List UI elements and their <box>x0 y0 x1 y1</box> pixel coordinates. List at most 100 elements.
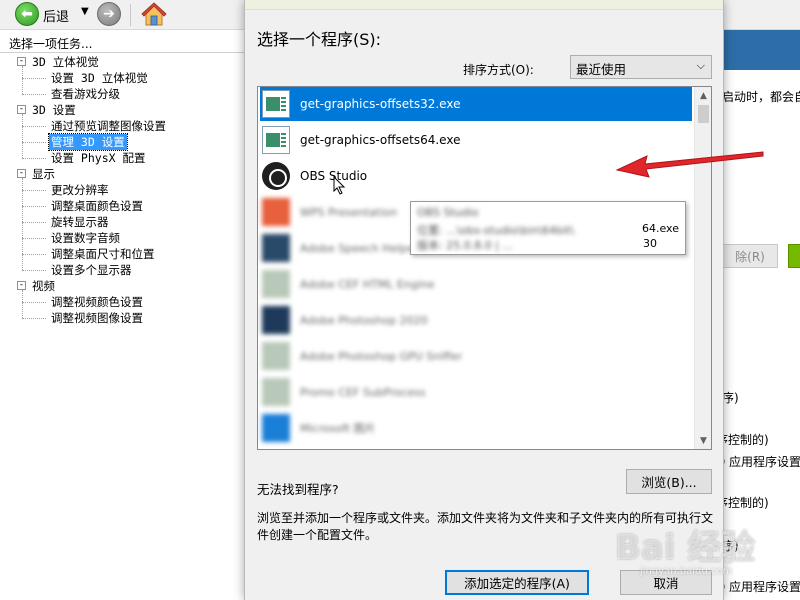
tree-connector <box>22 158 46 159</box>
tree-item[interactable]: 旋转显示器 <box>0 214 111 230</box>
history-dropdown-icon[interactable]: ▼ <box>81 6 89 17</box>
obs-icon <box>262 162 290 190</box>
tooltip-line-1: OBS Studio <box>417 206 479 219</box>
not-found-label: 无法找到程序? <box>257 482 339 497</box>
tree-collapse-icon[interactable]: - <box>17 281 26 290</box>
tree-label: 设置多个显示器 <box>51 263 132 277</box>
tree-connector <box>22 206 46 207</box>
tree-connector <box>22 78 46 79</box>
settings-text-2: 序) <box>722 391 739 405</box>
tree-label: 设置数字音频 <box>51 231 120 245</box>
forward-arrow-icon[interactable]: ➔ <box>97 2 121 26</box>
dialog-top-strip <box>245 0 723 10</box>
program-tooltip: OBS Studio 位置: ...\obs-studio\bin\64bit\… <box>410 201 686 255</box>
tree-connector <box>22 270 46 271</box>
program-list-item[interactable]: Microsoft 图片 <box>260 411 692 445</box>
sort-label: 排序方式(O): <box>463 63 534 77</box>
browse-button[interactable]: 浏览(B)... <box>626 469 712 494</box>
settings-text-1: 启动时，都会自 <box>722 90 800 104</box>
tooltip-suffix-2: 30 <box>643 237 657 250</box>
tree-item[interactable]: 更改分辨率 <box>0 182 111 198</box>
scroll-thumb[interactable] <box>698 105 709 123</box>
nvidia-logo-icon <box>788 244 800 268</box>
watermark-logo: Bai 经验 <box>615 528 756 568</box>
photos-icon <box>262 414 290 442</box>
tree-label: 更改分辨率 <box>51 183 109 197</box>
program-name: Adobe Speech Helper <box>300 241 419 255</box>
tooltip-line-2: 位置: ...\obs-studio\bin\64bit\ <box>417 224 575 237</box>
watermark-url: jingyan.baidu.com <box>640 566 733 577</box>
tree-category[interactable]: - 显示 <box>0 166 57 182</box>
tree-connector <box>22 142 46 143</box>
back-button-label[interactable]: 后退 <box>43 6 69 25</box>
tree-connector <box>22 94 46 95</box>
toolbar-separator <box>130 4 131 26</box>
exe-icon <box>262 126 290 154</box>
app-icon <box>262 270 290 298</box>
program-list-scrollbar[interactable]: ▲ ▼ <box>694 87 711 449</box>
tree-label: 调整视频颜色设置 <box>51 295 143 309</box>
mouse-cursor-icon <box>333 176 346 195</box>
remove-button[interactable]: 除(R) <box>722 244 778 268</box>
tree-item[interactable]: 管理 3D 设置 <box>0 133 128 151</box>
scroll-up-icon[interactable]: ▲ <box>695 87 711 104</box>
tree-label: 3D 立体视觉 <box>32 55 99 69</box>
chevron-down-icon: ⌵ <box>696 59 705 72</box>
tree-item[interactable]: 通过预览调整图像设置 <box>0 118 168 134</box>
settings-text-7: D 应用程序设置 <box>716 580 800 594</box>
add-selected-program-button[interactable]: 添加选定的程序(A) <box>445 570 589 595</box>
program-name: get-graphics-offsets64.exe <box>300 133 461 147</box>
adobe-icon <box>262 234 290 262</box>
photoshop-icon <box>262 306 290 334</box>
tree-category[interactable]: -3D 设置 <box>0 102 78 118</box>
tree-connector <box>22 318 46 319</box>
settings-text-4: D 应用程序设置 <box>716 455 800 469</box>
tree-label: 调整桌面颜色设置 <box>51 199 143 213</box>
program-name: Microsoft 图片 <box>300 422 376 435</box>
program-list-item[interactable]: get-graphics-offsets32.exe <box>260 87 692 121</box>
tree-label: 调整桌面尺寸和位置 <box>51 247 155 261</box>
program-list-item[interactable]: Adobe Photoshop 2020 <box>260 303 692 337</box>
tree-label: 显示 <box>32 167 55 181</box>
sort-select[interactable]: 最近使用 ⌵ <box>570 55 712 79</box>
tree-connector <box>22 126 46 127</box>
tree-collapse-icon[interactable]: - <box>17 169 26 178</box>
tree-connector <box>22 290 23 318</box>
settings-panel-edge <box>720 30 800 600</box>
exe-icon <box>262 90 290 118</box>
tree-label: 调整视频图像设置 <box>51 311 143 325</box>
tree-item[interactable]: 调整桌面尺寸和位置 <box>0 246 157 262</box>
program-list[interactable]: Microsoft 图片 Promo CEF SubProcess Adobe Ph… <box>257 86 712 450</box>
tree-collapse-icon[interactable]: - <box>17 105 26 114</box>
tree-label: 设置 PhysX 配置 <box>51 151 146 165</box>
tree-label: 视频 <box>32 279 55 293</box>
program-list-item[interactable]: Promo CEF SubProcess <box>260 375 692 409</box>
scroll-down-icon[interactable]: ▼ <box>695 432 711 449</box>
dialog-title: 选择一个程序(S): <box>257 30 382 49</box>
tree-item[interactable]: 设置数字音频 <box>0 230 122 246</box>
app-icon <box>262 342 290 370</box>
program-list-item[interactable]: Adobe CEF HTML Engine <box>260 267 692 301</box>
settings-banner <box>720 30 800 70</box>
tree-connector <box>22 222 46 223</box>
app-icon <box>262 378 290 406</box>
tree-item[interactable]: 设置多个显示器 <box>0 262 134 278</box>
home-icon[interactable] <box>141 1 167 27</box>
select-program-dialog: 选择一个程序(S): 排序方式(O): 最近使用 ⌵ Microsoft 图片 P… <box>244 0 764 600</box>
program-list-item[interactable]: Adobe Photoshop GPU Sniffer <box>260 339 692 373</box>
program-name: WPS Presentation <box>300 205 398 219</box>
tree-category[interactable]: - 视频 <box>0 278 57 294</box>
task-pane-title: 选择一项任务... <box>9 37 93 51</box>
task-pane: 选择一项任务... -3D 立体视觉 设置 3D 立体视觉 查看游戏分级 -3D 设置… <box>0 30 244 600</box>
tree-connector <box>22 178 23 270</box>
tree-item[interactable]: 查看游戏分级 <box>0 86 122 102</box>
back-arrow-icon[interactable]: ⬅ <box>15 2 39 26</box>
task-pane-divider <box>0 52 244 53</box>
program-name: Promo CEF SubProcess <box>300 385 426 399</box>
tree-label: 查看游戏分级 <box>51 87 120 101</box>
tree-collapse-icon[interactable]: - <box>17 57 26 66</box>
tree-connector <box>22 302 46 303</box>
tree-category[interactable]: -3D 立体视觉 <box>0 54 101 70</box>
tree-connector <box>22 190 46 191</box>
program-name: Adobe Photoshop 2020 <box>300 313 428 327</box>
